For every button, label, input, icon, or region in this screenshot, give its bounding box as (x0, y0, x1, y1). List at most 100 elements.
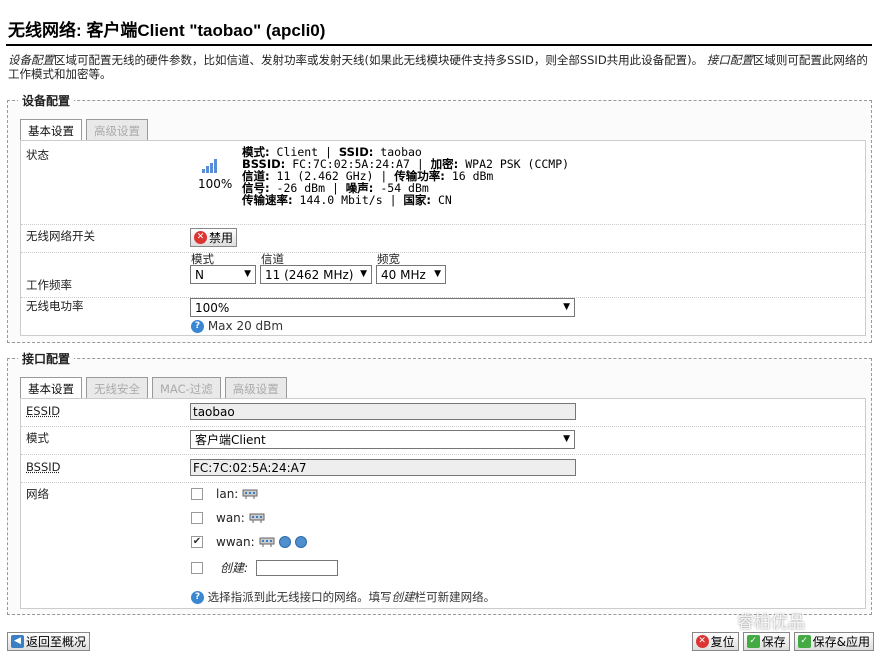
chevron-down-icon: ▼ (360, 269, 367, 279)
signal-percent: 100% (198, 177, 233, 191)
network-item-wwan[interactable]: ✔ wwan: (191, 535, 307, 549)
create-label: 创建: (220, 561, 249, 575)
page-title: 无线网络: 客户端Client "taobao" (apcli0) (6, 4, 872, 46)
tab-interface-advanced[interactable]: 高级设置 (224, 377, 287, 398)
network-hint: ? 选择指派到此无线接口的网络。填写创建栏可新建网络。 (191, 589, 495, 605)
chevron-down-icon: ▼ (434, 269, 441, 279)
freq-channel-select[interactable]: 11 (2462 MHz) ▼ (260, 265, 372, 284)
wireless-switch-label: 无线网络开关 (26, 229, 95, 243)
network-item-lan[interactable]: lan: (191, 487, 258, 501)
watermark: 睿柏优品 (737, 613, 805, 633)
bitrate-key: 传输速率: (242, 193, 293, 207)
wan-label: wan: (216, 511, 245, 525)
network-row: 网络 lan: wan: ✔ wwan: 创建: ? 选择指派到此无线接口的网络… (21, 483, 865, 609)
essid-label: ESSID (26, 404, 61, 418)
freq-mode-value: N (195, 268, 204, 282)
wan-checkbox[interactable] (191, 512, 203, 524)
chevron-down-icon: ▼ (244, 269, 251, 279)
help-icon: ? (191, 591, 204, 604)
freq-channel-value: 11 (2462 MHz) (265, 268, 354, 282)
network-hint-italic: 创建 (391, 590, 415, 604)
back-to-overview-button[interactable]: ◀ 返回至概况 (7, 632, 91, 651)
wireless-switch-row: 无线网络开关 ✕ 禁用 (21, 225, 865, 253)
mode-label: 模式 (26, 431, 49, 445)
essid-row: ESSID (21, 399, 865, 427)
essid-input[interactable] (190, 403, 576, 420)
create-checkbox[interactable] (191, 561, 203, 574)
wwan-checkbox[interactable]: ✔ (191, 536, 203, 548)
ethernet-icon (242, 489, 258, 499)
disable-button-label: 禁用 (209, 231, 234, 245)
chevron-down-icon: ▼ (563, 302, 570, 312)
back-arrow-icon: ◀ (11, 635, 24, 648)
mode-select-value: 客户端Client (195, 433, 266, 447)
save-icon: ✓ (746, 635, 760, 648)
status-label: 状态 (26, 148, 49, 162)
footer-right: ✕ 复位 ✓ 保存 ✓ 保存&应用 (691, 632, 874, 651)
power-row: 无线电功率 100% ▼ ? Max 20 dBm (21, 298, 865, 336)
country-val: CN (437, 193, 452, 207)
desc-text-1: 区域可配置无线的硬件参数，比如信道、发射功率或发射天线(如果此无线模块硬件支持多… (54, 53, 704, 67)
device-config-legend: 设备配置 (22, 94, 71, 108)
signal-strength-icon (202, 159, 217, 173)
tab-device-advanced[interactable]: 高级设置 (86, 119, 148, 140)
help-icon: ? (191, 320, 204, 333)
disable-icon: ✕ (194, 231, 207, 244)
interface-config-legend: 接口配置 (22, 352, 71, 366)
lan-label: lan: (216, 487, 239, 501)
reset-icon: ✕ (695, 635, 709, 648)
tab-wireless-security[interactable]: 无线安全 (86, 377, 148, 398)
network-hint-text-2: 栏可新建网络。 (414, 590, 496, 604)
reset-button-label: 复位 (710, 635, 735, 649)
power-hint: ? Max 20 dBm (191, 319, 283, 333)
mode-row: 模式 客户端Client ▼ (21, 427, 865, 455)
frequency-label: 工作频率 (26, 278, 72, 292)
network-item-wan[interactable]: wan: (191, 511, 265, 525)
save-apply-button[interactable]: ✓ 保存&应用 (793, 632, 874, 651)
freq-width-select[interactable]: 40 MHz ▼ (376, 265, 446, 284)
lan-checkbox[interactable] (191, 488, 203, 500)
wwan-label: wwan: (216, 535, 255, 549)
bitrate-val: 144.0 Mbit/s (299, 193, 383, 207)
tab-device-basic[interactable]: 基本设置 (20, 119, 82, 140)
wireless-icon (294, 536, 307, 548)
save-button[interactable]: ✓ 保存 (742, 632, 790, 651)
bssid-label: BSSID (26, 460, 61, 474)
disable-button[interactable]: ✕ 禁用 (190, 228, 238, 247)
back-button-label: 返回至概况 (26, 635, 87, 649)
country-key: 国家: (403, 193, 432, 207)
tab-mac-filter[interactable]: MAC-过滤 (152, 377, 221, 398)
tab-interface-basic[interactable]: 基本设置 (20, 377, 82, 398)
bssid-row: BSSID (21, 455, 865, 483)
ethernet-icon (259, 537, 275, 547)
network-label: 网络 (26, 487, 49, 501)
freq-mode-select[interactable]: N ▼ (190, 265, 256, 284)
power-value: 100% (195, 301, 230, 315)
txpower-val: 16 dBm (451, 169, 494, 183)
freq-width-value: 40 MHz (381, 268, 426, 282)
bssid-input[interactable] (190, 459, 576, 476)
frequency-row: 工作频率 模式 N ▼ 信道 11 (2462 MHz) ▼ 频宽 40 MHz ▼ (21, 252, 865, 298)
footer-left: ◀ 返回至概况 (7, 632, 91, 651)
save-apply-icon: ✓ (797, 635, 811, 648)
desc-device-config-term: 设备配置 (8, 53, 54, 67)
network-item-create: 创建: (191, 559, 339, 576)
desc-interface-config-term: 接口配置 (706, 53, 753, 67)
status-details: 模式: Client | SSID: taobao BSSID: FC:7C:0… (242, 145, 570, 207)
device-config-tabs: 基本设置 高级设置 (20, 119, 148, 140)
chevron-down-icon: ▼ (563, 434, 570, 444)
interface-config-panel: ESSID 模式 客户端Client ▼ BSSID 网络 lan: wan: ✔… (20, 398, 866, 609)
power-select[interactable]: 100% ▼ (190, 298, 575, 317)
ethernet-icon (249, 513, 265, 523)
power-hint-text: Max 20 dBm (207, 319, 284, 333)
save-button-label: 保存 (761, 635, 786, 649)
reset-button[interactable]: ✕ 复位 (691, 632, 739, 651)
device-config-panel: 状态 100% 模式: Client | SSID: taobao BSSID:… (20, 140, 866, 336)
create-network-input[interactable] (256, 559, 339, 576)
power-label: 无线电功率 (26, 299, 84, 313)
status-row: 状态 100% 模式: Client | SSID: taobao BSSID:… (21, 141, 865, 225)
save-apply-button-label: 保存&应用 (812, 635, 870, 649)
mode-select[interactable]: 客户端Client ▼ (190, 430, 575, 449)
interface-config-tabs: 基本设置 无线安全 MAC-过滤 高级设置 (20, 377, 287, 398)
page-description: 设备配置区域可配置无线的硬件参数，比如信道、发射功率或发射天线(如果此无线模块硬… (8, 53, 872, 81)
